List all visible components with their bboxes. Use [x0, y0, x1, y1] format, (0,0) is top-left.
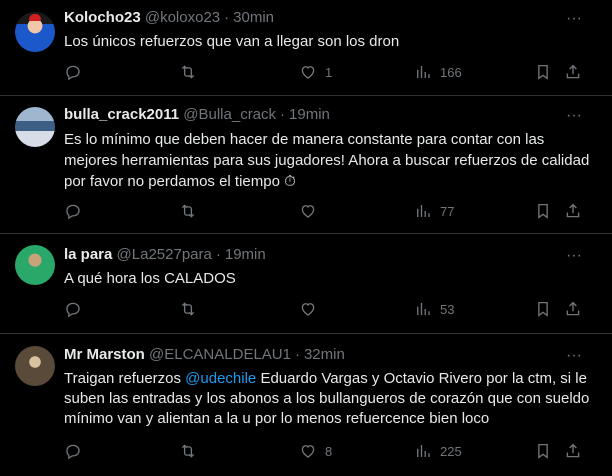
more-icon[interactable]: ···	[564, 346, 584, 366]
view-count: 166	[440, 64, 462, 80]
retweet-button[interactable]	[179, 300, 205, 318]
tweet[interactable]: Mr Marston @ELCANALDELAU1 · 32min ··· Trai…	[0, 334, 612, 476]
share-button[interactable]	[564, 442, 582, 460]
bookmark-icon	[534, 202, 552, 220]
views-button[interactable]: 225	[414, 442, 462, 460]
timestamp[interactable]: 19min	[225, 246, 266, 263]
view-count: 77	[440, 203, 455, 219]
more-icon[interactable]: ···	[564, 246, 584, 266]
share-icon	[564, 300, 582, 318]
bookmark-button[interactable]	[534, 300, 552, 318]
views-icon	[414, 202, 432, 220]
retweet-icon	[179, 300, 197, 318]
retweet-button[interactable]	[179, 63, 205, 81]
view-count: 225	[440, 443, 462, 459]
bookmark-icon	[534, 300, 552, 318]
tweet-text-part: Traigan refuerzos	[64, 370, 186, 387]
views-icon	[414, 300, 432, 318]
like-icon	[299, 202, 317, 220]
tweet-text: A qué hora los CALADOS	[64, 270, 236, 287]
timestamp[interactable]: 19min	[289, 106, 330, 123]
tweet-actions: 8 225	[0, 442, 612, 462]
separator-dot: ·	[215, 246, 221, 263]
separator-dot: ·	[294, 346, 300, 363]
tweet-text: Traigan refuerzos @udechile Eduardo Varg…	[64, 369, 594, 429]
tweet-actions: 53	[0, 300, 612, 320]
share-icon	[564, 202, 582, 220]
views-button[interactable]: 53	[414, 300, 454, 318]
bookmark-icon	[534, 63, 552, 81]
more-label: ···	[566, 247, 582, 264]
bookmark-button[interactable]	[534, 202, 552, 220]
separator-dot: ·	[224, 9, 230, 26]
reply-icon	[64, 63, 82, 81]
like-icon	[299, 300, 317, 318]
timestamp[interactable]: 30min	[233, 9, 274, 26]
view-count: 53	[440, 301, 455, 317]
bookmark-button[interactable]	[534, 63, 552, 81]
display-name[interactable]: la para	[64, 246, 112, 263]
retweet-icon	[179, 63, 197, 81]
more-label: ···	[566, 10, 582, 27]
views-button[interactable]: 166	[414, 63, 462, 81]
views-button[interactable]: 77	[414, 202, 454, 220]
tweet-actions: 77	[0, 202, 612, 222]
avatar[interactable]	[15, 107, 55, 147]
reply-icon	[64, 202, 82, 220]
reply-button[interactable]	[64, 442, 90, 460]
tweet[interactable]: la para @La2527para · 19min ··· A qué hora…	[0, 234, 612, 334]
views-icon	[414, 63, 432, 81]
separator-dot: ·	[280, 106, 286, 123]
retweet-button[interactable]	[179, 442, 205, 460]
share-button[interactable]	[564, 63, 582, 81]
like-button[interactable]	[299, 300, 325, 318]
display-name[interactable]: Kolocho23	[64, 9, 141, 26]
reply-button[interactable]	[64, 202, 90, 220]
user-handle[interactable]: @La2527para	[117, 246, 212, 263]
retweet-icon	[179, 442, 197, 460]
bookmark-icon	[534, 442, 552, 460]
more-icon[interactable]: ···	[564, 106, 584, 126]
more-label: ···	[566, 347, 582, 364]
like-icon	[299, 442, 317, 460]
user-handle[interactable]: @koloxo23	[145, 9, 220, 26]
display-name[interactable]: bulla_crack2011	[64, 106, 179, 123]
share-icon	[564, 63, 582, 81]
tweet-text: Los únicos refuerzos que van a llegar so…	[64, 33, 400, 50]
like-button[interactable]: 1	[299, 63, 332, 81]
tweet[interactable]: Kolocho23 @koloxo23 · 30min ··· Los únicos…	[0, 0, 612, 96]
avatar[interactable]	[15, 12, 55, 52]
reply-icon	[64, 300, 82, 318]
avatar[interactable]	[15, 245, 55, 285]
share-button[interactable]	[564, 300, 582, 318]
avatar[interactable]	[15, 346, 55, 386]
more-icon[interactable]: ···	[564, 9, 584, 29]
display-name[interactable]: Mr Marston	[64, 346, 145, 363]
bookmark-button[interactable]	[534, 442, 552, 460]
more-label: ···	[566, 107, 582, 124]
retweet-icon	[179, 202, 197, 220]
reply-button[interactable]	[64, 63, 90, 81]
like-count: 8	[325, 443, 333, 459]
tweet-text: Es lo mínimo que deben hacer de manera c…	[64, 131, 590, 190]
timestamp[interactable]: 32min	[304, 346, 345, 363]
reply-button[interactable]	[64, 300, 90, 318]
mention-link[interactable]: @udechile	[185, 370, 256, 387]
reply-icon	[64, 442, 82, 460]
tweet-actions: 1 166	[0, 63, 612, 83]
share-icon	[564, 442, 582, 460]
views-icon	[414, 442, 432, 460]
retweet-button[interactable]	[179, 202, 205, 220]
share-button[interactable]	[564, 202, 582, 220]
like-button[interactable]	[299, 202, 325, 220]
like-icon	[299, 63, 317, 81]
user-handle[interactable]: @Bulla_crack	[183, 106, 276, 123]
like-count: 1	[325, 64, 333, 80]
like-button[interactable]: 8	[299, 442, 332, 460]
tweet[interactable]: bulla_crack2011 @Bulla_crack · 19min ··· E…	[0, 96, 612, 234]
user-handle[interactable]: @ELCANALDELAU1	[149, 346, 291, 363]
